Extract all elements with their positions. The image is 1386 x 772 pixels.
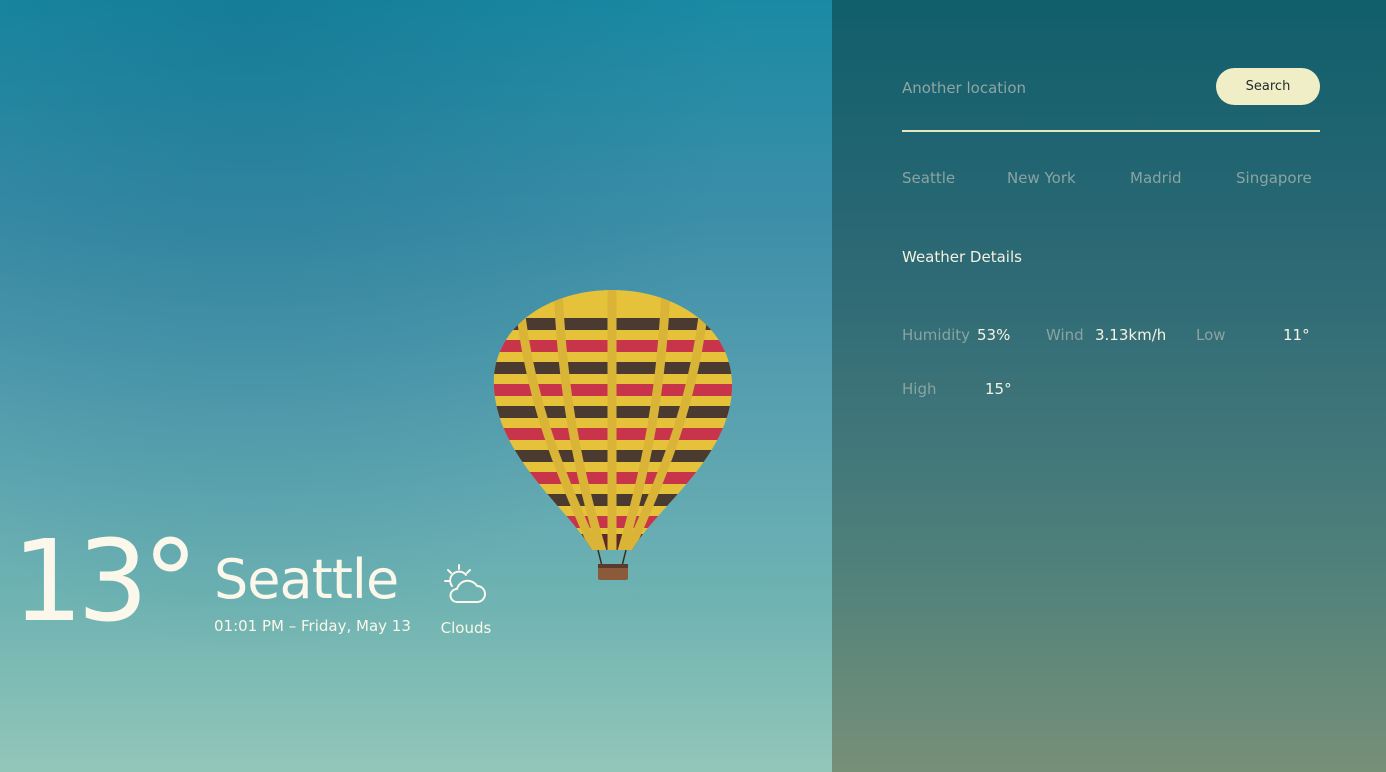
current-weather: 13° Seattle 01:01 PM – Friday, May 13 Cl… — [12, 522, 512, 652]
current-location: Seattle 01:01 PM – Friday, May 13 — [214, 548, 414, 636]
search-bar: Search — [902, 68, 1320, 132]
humidity-value: 53% — [977, 326, 1011, 344]
date-time: 01:01 PM – Friday, May 13 — [214, 617, 411, 635]
weather-condition: Clouds — [426, 562, 506, 638]
details-panel: Search Seattle New York Madrid Singapore… — [832, 0, 1386, 772]
condition-label: Clouds — [440, 619, 492, 637]
high-value: 15° — [985, 380, 1012, 398]
current-temperature: 13° — [12, 517, 198, 647]
wind-label: Wind — [1046, 326, 1084, 344]
hot-air-balloon-image — [493, 290, 733, 580]
partly-cloudy-icon — [444, 564, 486, 603]
humidity-label: Humidity — [902, 326, 971, 344]
weather-app: 13° Seattle 01:01 PM – Friday, May 13 Cl… — [0, 0, 1386, 772]
high-label: High — [902, 380, 937, 398]
city-list: Seattle New York Madrid Singapore — [902, 166, 1320, 192]
location-search-input[interactable] — [902, 72, 1202, 104]
city-link-singapore[interactable]: Singapore — [1236, 166, 1312, 190]
city-link-new-york[interactable]: New York — [1007, 166, 1076, 190]
city-name: Seattle — [214, 548, 399, 611]
weather-details-heading: Weather Details — [902, 248, 1022, 266]
wind-value: 3.13km/h — [1095, 326, 1167, 344]
city-link-seattle[interactable]: Seattle — [902, 166, 955, 190]
city-link-madrid[interactable]: Madrid — [1130, 166, 1182, 190]
search-button[interactable]: Search — [1216, 68, 1320, 105]
low-label: Low — [1196, 326, 1226, 344]
low-value: 11° — [1283, 326, 1310, 344]
